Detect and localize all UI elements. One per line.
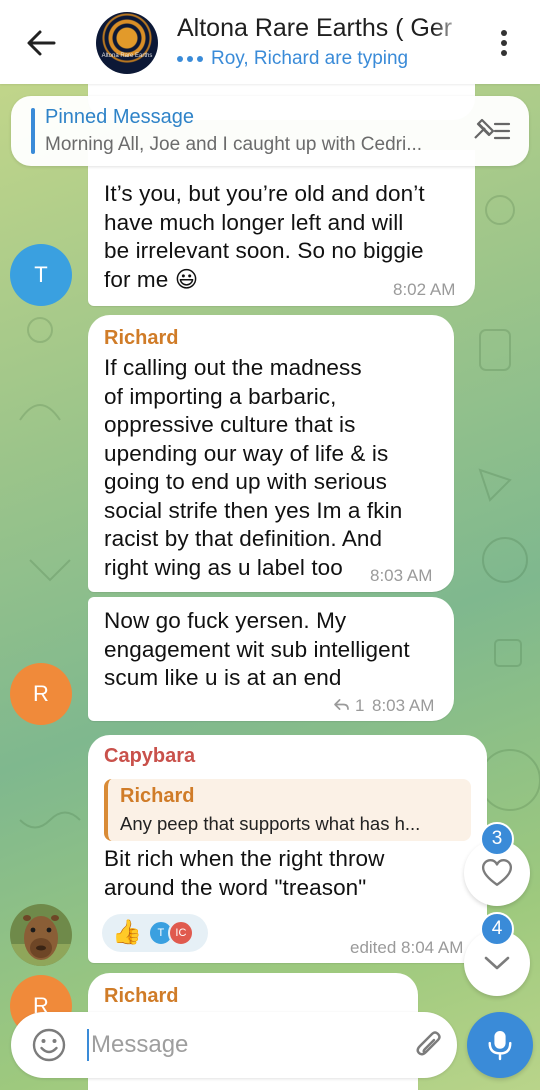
message-text: Now go fuck yersen. My engagement wit su… [104,608,410,690]
microphone-button[interactable] [467,1012,533,1078]
message-bubble[interactable]: Now go fuck yersen. My engagement wit su… [88,597,454,721]
heart-icon [481,859,513,886]
typing-dots-icon [177,56,203,62]
chat-header: Altona Rare Earths Altona Rare Earths ( … [0,0,540,84]
reply-arrow-icon [334,699,349,710]
message-bubble[interactable]: Richard If calling out the madness of im… [88,315,454,592]
pinned-title: Pinned Message [45,106,194,128]
quoted-reply[interactable]: Richard Any peep that supports what has … [104,779,471,841]
reaction-chip[interactable]: 👍 T IC [102,914,208,952]
group-avatar[interactable]: Altona Rare Earths [96,12,158,74]
message-time: 8:02 AM [393,280,456,299]
text-cursor [87,1029,89,1061]
pinned-message-bar[interactable]: Pinned Message Morning All, Joe and I ca… [11,96,529,166]
microphone-icon [488,1031,512,1061]
message-composer [11,1012,457,1078]
capybara-avatar[interactable] [10,904,72,966]
message-text: It’s you, but you’re old and don’t have … [104,181,425,292]
smiley-icon[interactable] [31,1027,67,1063]
message-text: If calling out the madness of importing … [104,355,403,580]
more-vertical-icon[interactable] [494,28,514,58]
unread-count-badge: 4 [480,912,514,946]
pinned-text: Morning All, Joe and I caught up with Ce… [45,134,423,155]
typing-status: Roy, Richard are typing [177,48,408,70]
group-logo-text: Altona Rare Earths [101,53,153,59]
paperclip-icon[interactable] [411,1027,447,1063]
chevron-down-icon [484,956,510,970]
sender-name[interactable]: Richard [104,327,178,350]
avatar[interactable]: T [10,244,72,306]
unpin-list-icon[interactable] [471,116,513,146]
message-bubble[interactable]: It’s you, but you’re old and don’t have … [88,150,475,306]
typing-status-text: Roy, Richard are typing [211,48,409,69]
reactions-count-badge: 3 [480,822,514,856]
back-arrow-icon[interactable] [24,26,58,60]
message-time: 8:03 AM [372,696,435,715]
thumbs-up-reaction: 👍 [112,919,142,946]
message-input[interactable] [91,1026,391,1064]
message-text: Bit rich when the right throw around the… [104,846,385,900]
pinned-accent-bar [31,108,35,154]
sender-name[interactable]: Richard [104,985,178,1008]
reply-count[interactable]: 1 [355,696,364,716]
chat-title[interactable]: Altona Rare Earths ( Ger [177,14,467,43]
message-time: 8:03 AM [370,566,433,585]
message-time: edited 8:04 AM [350,938,464,957]
sender-name[interactable]: Capybara [104,745,195,768]
quoted-reply-text: Any peep that supports what has h... [120,813,421,834]
reaction-avatar: IC [167,920,194,946]
avatar[interactable]: R [10,663,72,725]
quoted-reply-name: Richard [120,785,195,807]
